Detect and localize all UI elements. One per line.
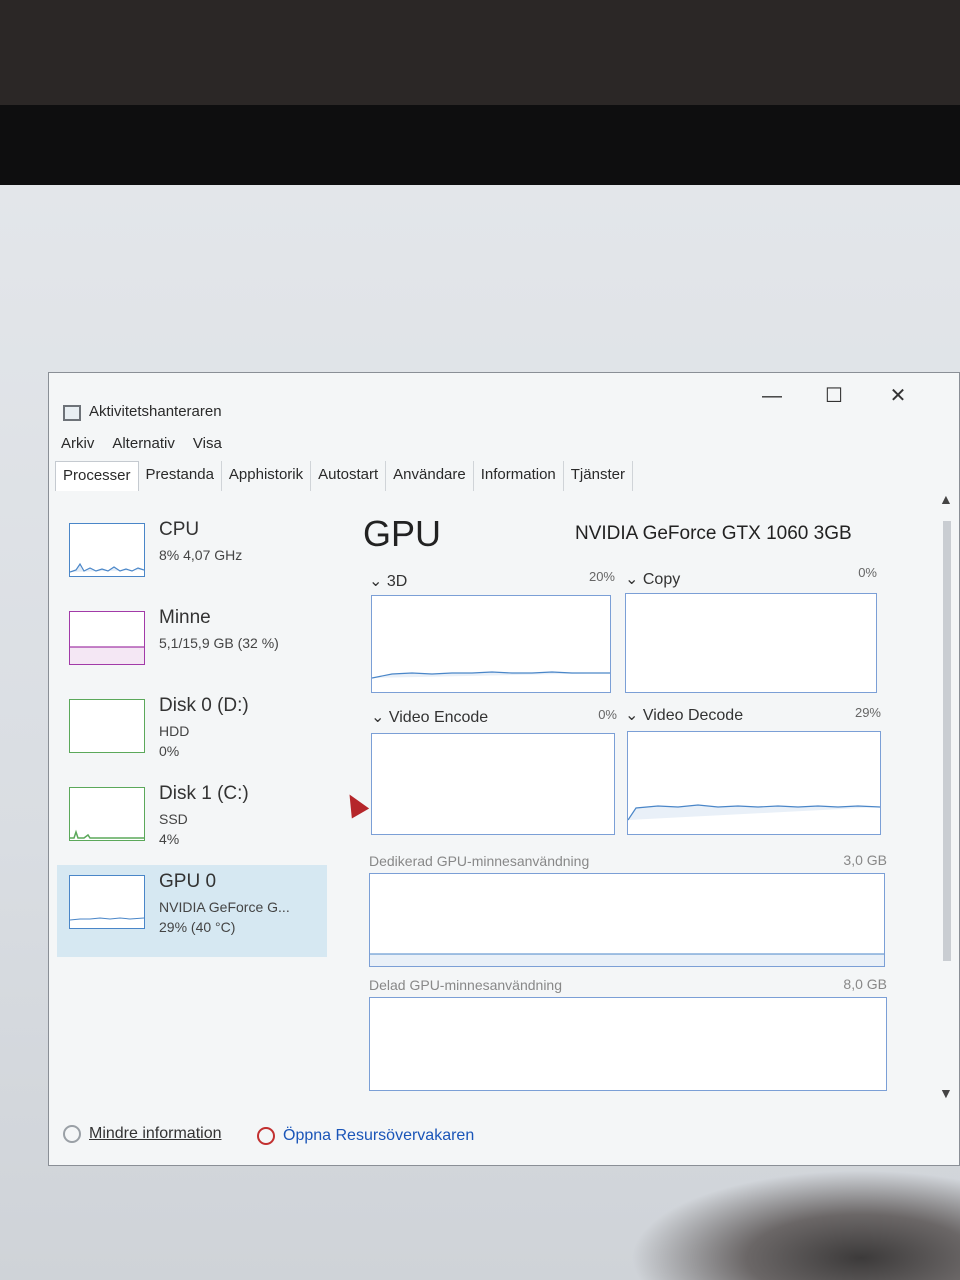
engine-copy-graph <box>625 593 877 693</box>
tab-strip: Processer Prestanda Apphistorik Autostar… <box>55 461 633 491</box>
sidebar-item-disk1[interactable]: Disk 1 (C:) SSD 4% <box>57 777 327 865</box>
vertical-scrollbar[interactable]: ▲ ▼ <box>937 491 955 1101</box>
chevron-down-icon[interactable]: ⌄ <box>371 709 384 726</box>
shared-memory-label: Delad GPU-minnesanvändning <box>369 977 562 993</box>
mouse-cursor-icon <box>340 789 370 819</box>
engine-video-decode-label[interactable]: ⌄ Video Decode <box>625 705 743 725</box>
tab-information[interactable]: Information <box>474 461 564 491</box>
sidebar-item-type: HDD <box>159 723 190 739</box>
gpu-heading: GPU <box>363 513 442 554</box>
sidebar-item-name: Disk 0 (D:) <box>159 695 249 716</box>
dedicated-memory-label: Dedikerad GPU-minnesanvändning <box>369 853 590 869</box>
tab-autostart[interactable]: Autostart <box>311 461 387 491</box>
gpu-thumbnail-graph <box>69 875 145 929</box>
tab-prestanda[interactable]: Prestanda <box>139 461 222 491</box>
resource-monitor-icon <box>257 1127 275 1145</box>
scroll-thumb[interactable] <box>943 521 951 961</box>
task-manager-window: Aktivitetshanteraren — ☐ ✕ Arkiv Alterna… <box>48 372 960 1166</box>
tab-processer[interactable]: Processer <box>55 461 139 491</box>
engine-copy-label[interactable]: ⌄ Copy <box>625 569 680 589</box>
desktop-wallpaper-art <box>630 1170 960 1280</box>
tab-apphistorik[interactable]: Apphistorik <box>222 461 312 491</box>
dedicated-memory-value: 3,0 GB <box>843 852 887 868</box>
window-title: Aktivitetshanteraren <box>89 403 222 420</box>
scroll-down-arrow-icon[interactable]: ▼ <box>939 1085 953 1101</box>
chevron-up-circle-icon <box>63 1125 81 1143</box>
disk1-thumbnail-graph <box>69 787 145 841</box>
monitor-edge <box>0 105 960 185</box>
scroll-up-arrow-icon[interactable]: ▲ <box>939 491 953 507</box>
sidebar-item-detail: 4% <box>159 831 180 847</box>
engine-3d-label[interactable]: ⌄ 3D <box>369 571 407 591</box>
engine-video-encode-graph <box>371 733 615 835</box>
gpu-model-name: NVIDIA GeForce GTX 1060 3GB <box>575 523 852 544</box>
sidebar-item-detail: 5,1/15,9 GB (32 %) <box>159 635 279 651</box>
chevron-down-icon[interactable]: ⌄ <box>625 707 638 724</box>
cpu-thumbnail-graph <box>69 523 145 577</box>
menu-bar: Arkiv Alternativ Visa <box>61 435 222 459</box>
sidebar-item-disk0[interactable]: Disk 0 (D:) HDD 0% <box>57 689 327 777</box>
sidebar-item-detail: 0% <box>159 743 180 759</box>
menu-alternativ[interactable]: Alternativ <box>112 435 175 459</box>
engine-video-decode-graph <box>627 731 881 835</box>
sidebar-item-name: Disk 1 (C:) <box>159 783 249 804</box>
maximize-button[interactable]: ☐ <box>811 381 857 411</box>
fewer-details-button[interactable]: Mindre information <box>63 1125 222 1143</box>
engine-copy-percent: 0% <box>858 565 877 580</box>
engine-video-encode-percent: 0% <box>598 707 617 722</box>
sidebar-item-type: SSD <box>159 811 188 827</box>
sidebar-item-model: NVIDIA GeForce G... <box>159 899 290 915</box>
shared-memory-value: 8,0 GB <box>843 976 887 992</box>
title-bar[interactable]: Aktivitetshanteraren — ☐ ✕ <box>49 373 959 431</box>
engine-video-decode-percent: 29% <box>854 705 881 720</box>
resource-sidebar: CPU 8% 4,07 GHz Minne 5,1/15,9 GB (32 %)… <box>57 513 327 957</box>
tab-tjanster[interactable]: Tjänster <box>564 461 633 491</box>
sidebar-item-detail: 29% (40 °C) <box>159 919 236 935</box>
sidebar-item-name: GPU 0 <box>159 871 217 892</box>
dedicated-memory-graph <box>369 873 885 967</box>
memory-thumbnail-graph <box>69 611 145 665</box>
sidebar-item-detail: 8% 4,07 GHz <box>159 547 243 563</box>
shared-memory-graph <box>369 997 887 1091</box>
open-resource-monitor-link[interactable]: Öppna Resursövervakaren <box>257 1127 474 1145</box>
sidebar-item-cpu[interactable]: CPU 8% 4,07 GHz <box>57 513 327 601</box>
close-button[interactable]: ✕ <box>875 381 921 411</box>
chevron-down-icon[interactable]: ⌄ <box>369 573 382 590</box>
engine-video-encode-label[interactable]: ⌄ Video Encode <box>371 707 488 727</box>
menu-arkiv[interactable]: Arkiv <box>61 435 94 459</box>
sidebar-item-memory[interactable]: Minne 5,1/15,9 GB (32 %) <box>57 601 327 689</box>
sidebar-item-name: CPU <box>159 519 200 540</box>
tab-anvandare[interactable]: Användare <box>386 461 474 491</box>
disk0-thumbnail-graph <box>69 699 145 753</box>
monitor-bezel <box>0 0 960 105</box>
minimize-button[interactable]: — <box>749 381 795 411</box>
menu-visa[interactable]: Visa <box>193 435 222 459</box>
engine-3d-percent: 20% <box>588 569 615 584</box>
task-manager-icon <box>63 405 81 421</box>
sidebar-item-name: Minne <box>159 607 211 628</box>
engine-3d-graph <box>371 595 611 693</box>
sidebar-item-gpu0[interactable]: GPU 0 NVIDIA GeForce G... 29% (40 °C) <box>57 865 327 957</box>
chevron-down-icon[interactable]: ⌄ <box>625 571 638 588</box>
